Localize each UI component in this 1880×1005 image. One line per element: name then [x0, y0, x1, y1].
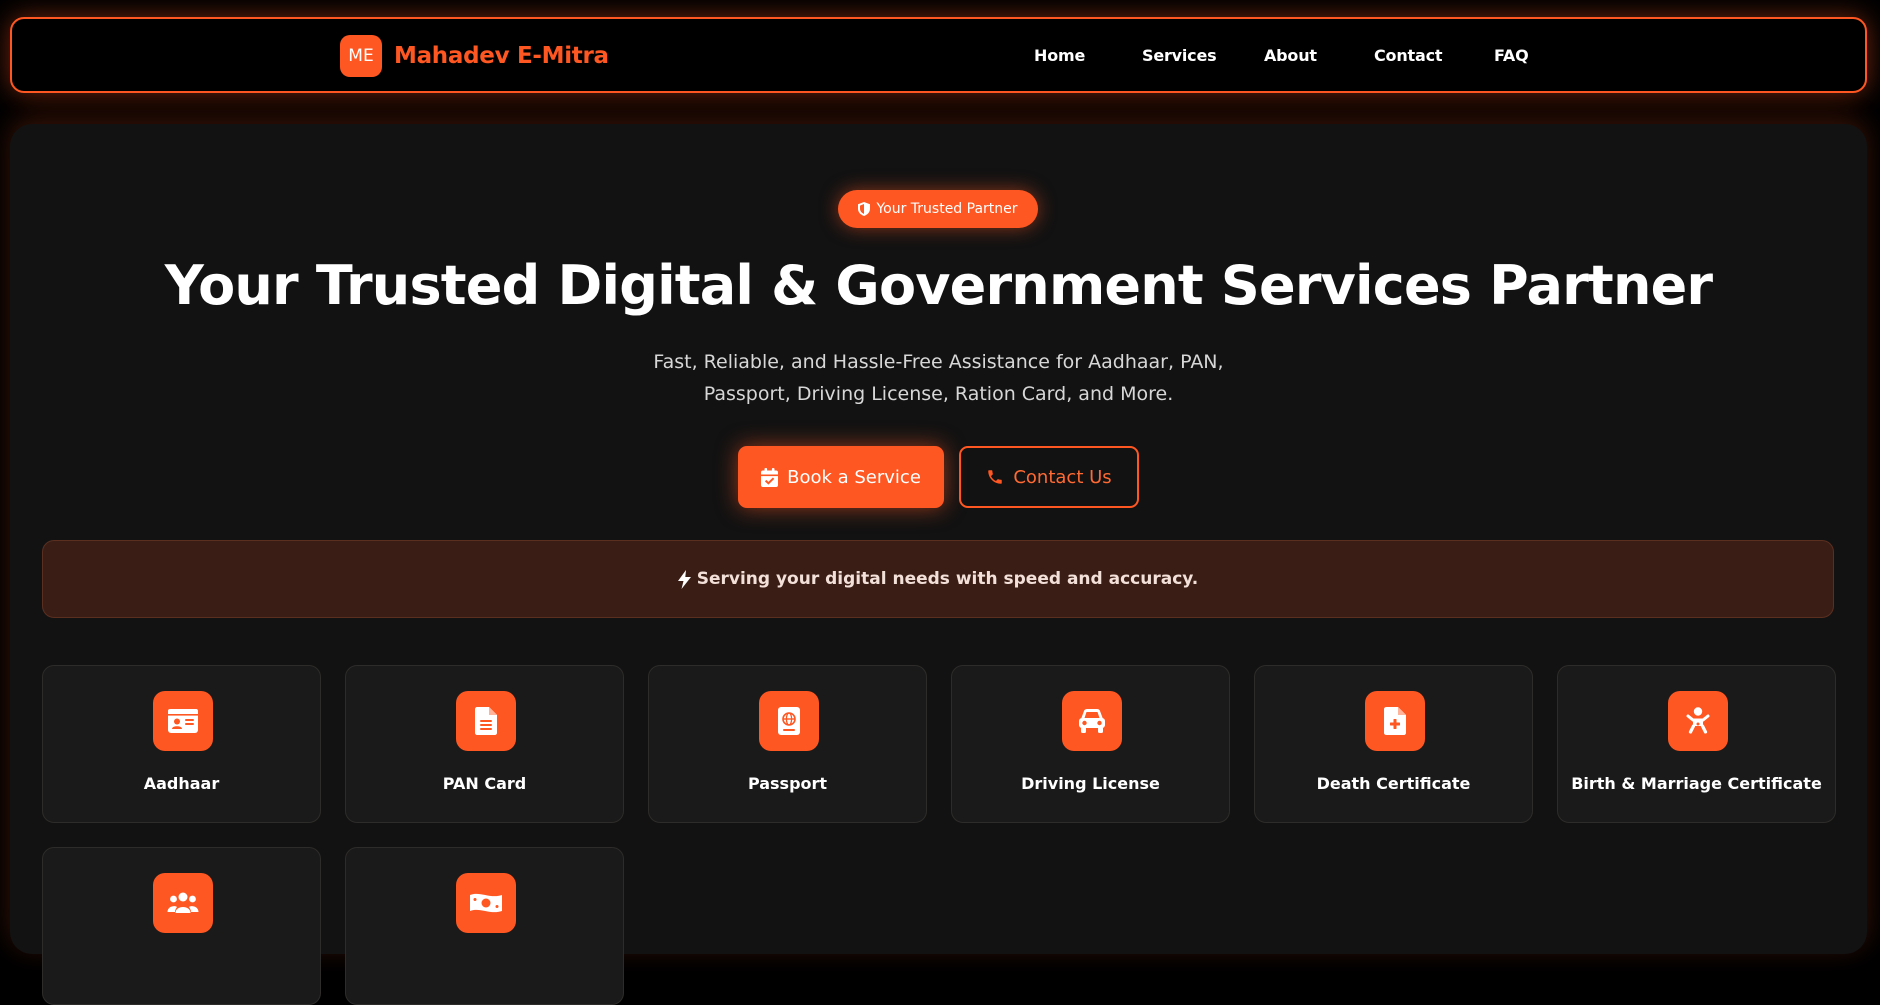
nav-links: Home Services About Contact FAQ: [12, 46, 1865, 70]
bolt-icon: [677, 569, 691, 589]
users-icon: [167, 892, 199, 913]
top-navbar: ME Mahadev E-Mitra Home Services About C…: [10, 17, 1867, 93]
nav-home[interactable]: Home: [1034, 46, 1085, 65]
service-label: Passport: [747, 774, 828, 793]
hero-title: Your Trusted Digital & Government Servic…: [164, 254, 1713, 317]
file-medical-icon: [1384, 707, 1406, 735]
document-icon: [475, 707, 497, 735]
service-card-passport[interactable]: Passport: [648, 665, 927, 823]
service-card-pan[interactable]: PAN Card: [345, 665, 624, 823]
service-card-family[interactable]: [42, 847, 321, 1005]
service-label: Birth & Marriage Certificate: [1571, 774, 1822, 793]
info-banner: Serving your digital needs with speed an…: [42, 540, 1834, 618]
book-service-label: Book a Service: [787, 466, 921, 488]
main-panel: Your Trusted Partner Your Trusted Digita…: [10, 124, 1867, 1005]
service-card-payments[interactable]: [345, 847, 624, 1005]
service-label: PAN Card: [442, 774, 527, 793]
baby-icon: [1686, 707, 1710, 734]
hero-subtitle-line-2: Passport, Driving License, Ration Card, …: [703, 383, 1174, 405]
nav-contact[interactable]: Contact: [1374, 46, 1443, 65]
calendar-check-icon: [761, 467, 779, 487]
money-bill-icon: [470, 893, 502, 913]
book-service-button[interactable]: Book a Service: [738, 446, 944, 508]
nav-services[interactable]: Services: [1142, 46, 1217, 65]
service-label: Aadhaar: [143, 774, 220, 793]
nav-faq[interactable]: FAQ: [1494, 46, 1529, 65]
id-card-icon: [168, 709, 198, 733]
contact-us-label: Contact Us: [1013, 466, 1112, 488]
service-card-driving-license[interactable]: Driving License: [951, 665, 1230, 823]
passport-icon: [778, 707, 800, 735]
hero-subtitle: Fast, Reliable, and Hassle-Free Assistan…: [10, 346, 1867, 410]
hero-subtitle-line-1: Fast, Reliable, and Hassle-Free Assistan…: [653, 351, 1224, 373]
hero-badge-text: Your Trusted Partner: [876, 201, 1018, 217]
service-label: Driving License: [1021, 774, 1160, 793]
service-label: Death Certificate: [1316, 774, 1471, 793]
service-card-death-certificate[interactable]: Death Certificate: [1254, 665, 1533, 823]
service-card-aadhaar[interactable]: Aadhaar: [42, 665, 321, 823]
shield-icon: [858, 202, 871, 216]
phone-icon: [988, 470, 1003, 484]
contact-us-button[interactable]: Contact Us: [959, 446, 1139, 508]
hero-badge: Your Trusted Partner: [838, 190, 1038, 228]
nav-about[interactable]: About: [1264, 46, 1317, 65]
car-icon: [1079, 709, 1105, 733]
info-banner-text: Serving your digital needs with speed an…: [696, 569, 1199, 589]
service-card-birth-marriage[interactable]: Birth & Marriage Certificate: [1557, 665, 1836, 823]
